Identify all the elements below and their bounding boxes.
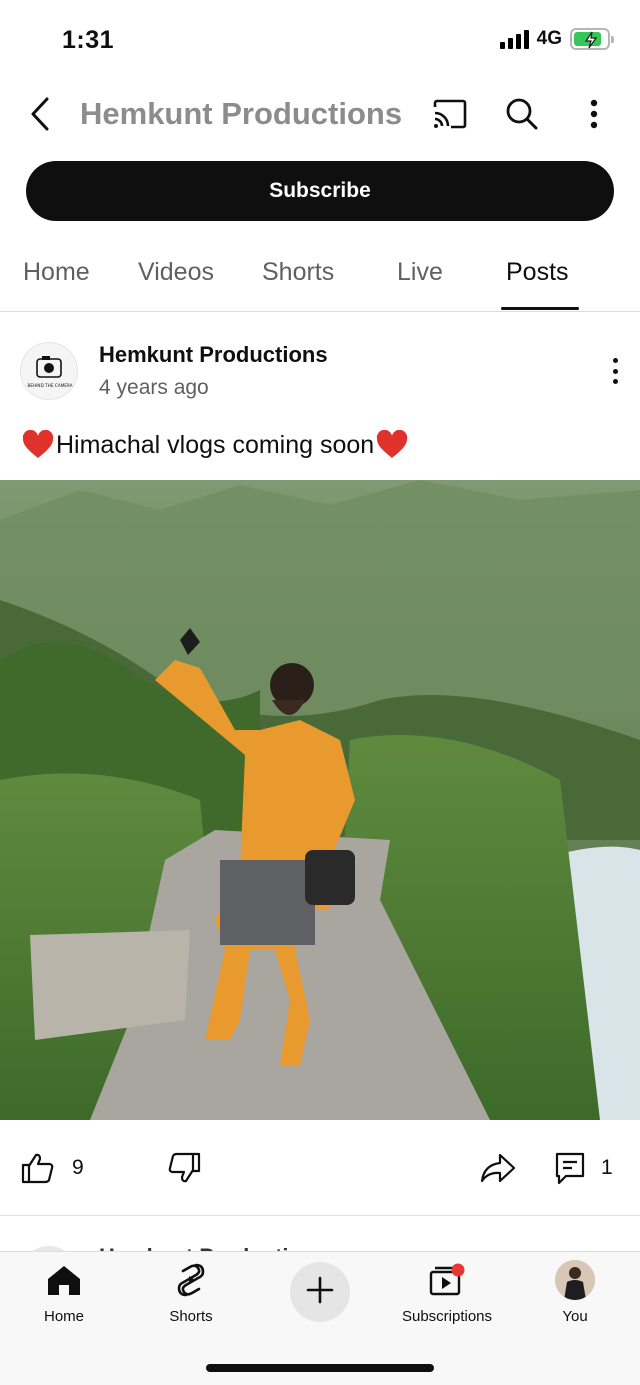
post-header: BEHIND THE CAMERA Hemkunt Productions 4 …: [0, 336, 640, 412]
battery-icon: [570, 28, 614, 50]
active-tab-indicator: [501, 307, 579, 310]
shorts-icon: [171, 1260, 211, 1300]
nav-shorts[interactable]: Shorts: [127, 1260, 255, 1325]
heart-emoji-icon: [377, 430, 408, 458]
comment-icon[interactable]: [552, 1150, 588, 1186]
like-count: 9: [72, 1156, 84, 1179]
create-button[interactable]: [290, 1262, 350, 1322]
nav-you-label: You: [562, 1308, 588, 1325]
status-indicators: 4G: [499, 28, 614, 50]
status-time: 1:31: [62, 26, 115, 54]
avatar: [555, 1260, 595, 1300]
subscribe-button[interactable]: Subscribe: [26, 161, 614, 221]
tab-posts[interactable]: Posts: [506, 258, 569, 287]
tab-live[interactable]: Live: [397, 258, 443, 287]
bottom-nav: Home Shorts Subscriptions You: [0, 1251, 640, 1385]
nav-subscriptions-label: Subscriptions: [401, 1308, 493, 1325]
post-text-body: Himachal vlogs coming soon: [56, 430, 375, 459]
signal-icon: [499, 29, 529, 49]
tab-shorts[interactable]: Shorts: [262, 258, 334, 287]
home-indicator: [206, 1364, 434, 1372]
nav-you[interactable]: You: [511, 1260, 639, 1325]
plus-icon: [306, 1276, 334, 1309]
more-vertical-icon[interactable]: [572, 92, 616, 136]
cast-icon[interactable]: [428, 92, 472, 136]
tab-videos[interactable]: Videos: [138, 258, 214, 287]
post-image[interactable]: [0, 480, 640, 1120]
post-more-icon[interactable]: [602, 354, 628, 388]
home-icon: [44, 1260, 84, 1300]
post-time: 4 years ago: [99, 376, 209, 399]
comment-count: 1: [601, 1156, 613, 1179]
dislike-icon[interactable]: [166, 1150, 202, 1186]
post-actions: 9 1: [0, 1120, 640, 1216]
channel-avatar[interactable]: BEHIND THE CAMERA: [20, 342, 78, 400]
post-author[interactable]: Hemkunt Productions: [99, 342, 328, 368]
channel-tabs: Home Videos Shorts Live Posts: [0, 240, 640, 312]
subscriptions-icon: [427, 1260, 467, 1300]
avatar-logo-text: BEHIND THE CAMERA: [28, 383, 73, 388]
share-icon[interactable]: [480, 1150, 516, 1186]
nav-subscriptions[interactable]: Subscriptions: [383, 1260, 511, 1325]
tab-home[interactable]: Home: [23, 258, 90, 287]
channel-title: Hemkunt Productions: [80, 96, 403, 131]
nav-shorts-label: Shorts: [169, 1308, 213, 1325]
nav-home[interactable]: Home: [0, 1260, 128, 1325]
status-bar: 1:31 4G: [0, 0, 640, 80]
top-bar: Hemkunt Productions: [0, 82, 640, 146]
heart-emoji-icon: [22, 430, 54, 458]
post-text: Himachal vlogs coming soon: [22, 430, 408, 460]
nav-home-label: Home: [43, 1308, 84, 1325]
like-icon[interactable]: [20, 1150, 56, 1186]
network-label: 4G: [536, 28, 562, 49]
back-icon[interactable]: [20, 92, 60, 136]
search-icon[interactable]: [500, 92, 544, 136]
